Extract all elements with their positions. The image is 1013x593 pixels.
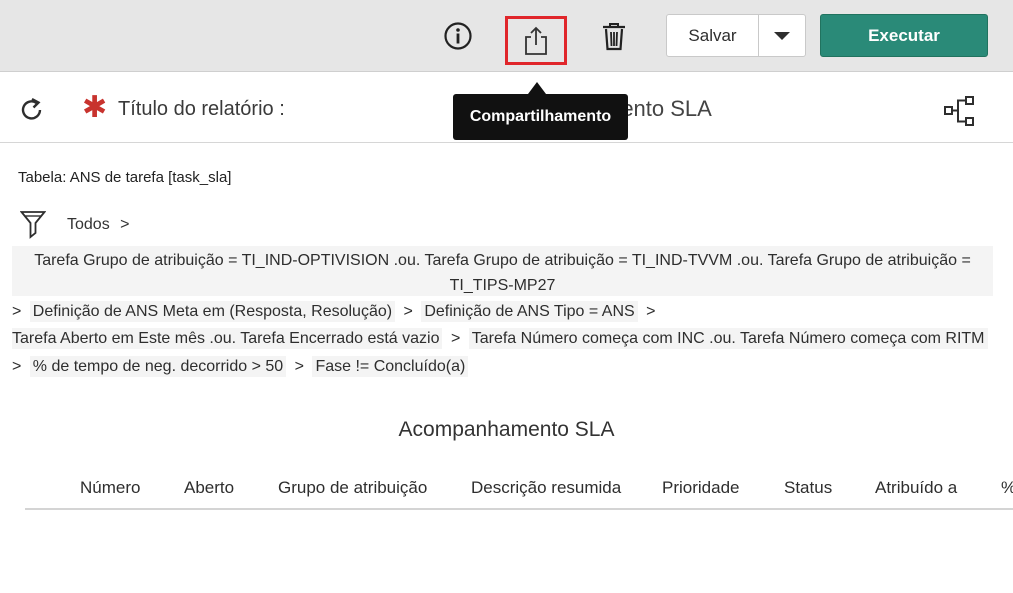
breadcrumb-separator: > [450, 330, 461, 347]
filter-condition-4[interactable]: Tarefa Aberto em Este mês .ou. Tarefa En… [12, 328, 443, 349]
report-title-label: Título do relatório : [118, 98, 285, 120]
required-asterisk-icon: ✱ [82, 91, 108, 124]
filter-condition-1[interactable]: Tarefa Grupo de atribuição = TI_IND-OPTI… [12, 246, 993, 296]
table-name-label: Tabela: ANS de tarefa [task_sla] [18, 169, 232, 186]
share-tooltip: Compartilhamento [453, 94, 628, 140]
filter-condition-5[interactable]: Tarefa Número começa com INC .ou. Tarefa… [468, 328, 988, 349]
refresh-icon[interactable] [18, 96, 46, 124]
column-header-aberto[interactable]: Aberto [184, 478, 234, 498]
filter-row-3: Tarefa Aberto em Este mês .ou. Tarefa En… [12, 328, 988, 349]
column-header-atribuido[interactable]: Atribuído a [875, 478, 957, 498]
info-icon[interactable] [440, 18, 476, 54]
column-header-grupo[interactable]: Grupo de atribuição [278, 478, 427, 498]
breadcrumb-separator: > [403, 303, 413, 320]
column-header-numero[interactable]: Número [80, 478, 140, 498]
column-header-prioridade[interactable]: Prioridade [662, 478, 740, 498]
breadcrumb-root[interactable]: Todos > [67, 216, 130, 234]
run-button[interactable]: Executar [820, 14, 988, 57]
column-header-percent[interactable]: % [1001, 478, 1013, 498]
save-options-button[interactable] [758, 14, 806, 57]
hierarchy-icon[interactable] [942, 94, 976, 128]
breadcrumb-separator: > [12, 358, 22, 375]
breadcrumb-root-label[interactable]: Todos [67, 216, 110, 233]
breadcrumb-separator: > [12, 303, 22, 320]
filter-condition-6[interactable]: % de tempo de neg. decorrido > 50 [29, 356, 287, 377]
breadcrumb-separator: > [646, 303, 656, 320]
filter-row-2: > Definição de ANS Meta em (Resposta, Re… [12, 301, 659, 322]
filter-row-4: > % de tempo de neg. decorrido > 50 > Fa… [12, 356, 469, 377]
filter-condition-7[interactable]: Fase != Concluído(a) [312, 356, 469, 377]
column-header-descricao[interactable]: Descrição resumida [471, 478, 621, 498]
caret-down-icon [774, 31, 790, 40]
filter-condition-3[interactable]: Definição de ANS Tipo = ANS [421, 301, 638, 322]
filter-condition-2[interactable]: Definição de ANS Meta em (Resposta, Reso… [29, 301, 396, 322]
share-icon[interactable] [505, 16, 567, 65]
column-header-status[interactable]: Status [784, 478, 832, 498]
tooltip-arrow [528, 82, 546, 94]
table-header-row: Número Aberto Grupo de atribuição Descri… [25, 470, 1013, 510]
save-button[interactable]: Salvar [666, 14, 759, 57]
filter-icon[interactable] [19, 209, 47, 239]
trash-icon[interactable] [596, 18, 632, 54]
toolbar: Salvar Executar [0, 0, 1013, 72]
breadcrumb-separator: > [294, 358, 304, 375]
breadcrumb-separator: > [120, 216, 130, 233]
report-heading: Acompanhamento SLA [398, 418, 615, 441]
